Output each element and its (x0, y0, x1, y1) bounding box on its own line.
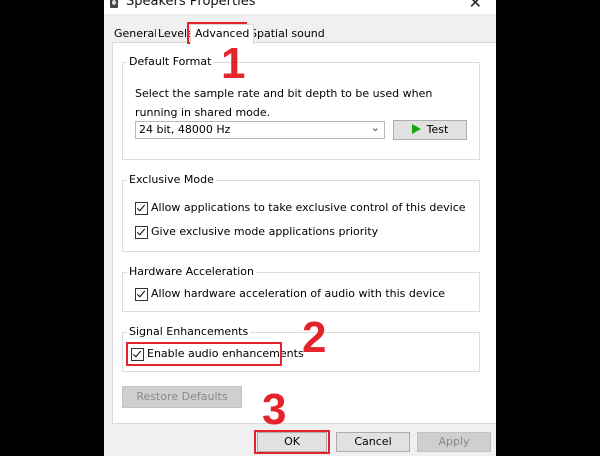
exclusive-mode-legend: Exclusive Mode (127, 173, 216, 186)
window-title: Speakers Properties (126, 0, 256, 9)
close-icon[interactable]: ✕ (469, 0, 482, 12)
chevron-down-icon: ⌄ (370, 121, 380, 134)
exclusive-priority-label: Give exclusive mode applications priorit… (151, 225, 379, 238)
step-3-marker: 3 (262, 385, 287, 434)
tab-advanced[interactable]: Advanced (190, 24, 255, 44)
sample-rate-value: 24 bit, 48000 Hz (139, 123, 231, 136)
speaker-icon (110, 0, 118, 8)
exclusive-control-label: Allow applications to take exclusive con… (151, 201, 466, 214)
tab-spatial-sound[interactable]: Spatial sound (248, 26, 327, 42)
restore-defaults-button[interactable]: Restore Defaults (122, 386, 242, 408)
default-format-legend: Default Format (127, 55, 214, 68)
apply-button[interactable]: Apply (417, 432, 491, 452)
default-format-group: Default Format Select the sample rate an… (122, 55, 480, 160)
signal-enhancements-legend: Signal Enhancements (127, 325, 251, 338)
cancel-button[interactable]: Cancel (336, 432, 410, 452)
sample-rate-dropdown[interactable]: 24 bit, 48000 Hz ⌄ (135, 121, 385, 139)
highlight-audio-enhancements (126, 342, 282, 366)
hardware-acceleration-label: Allow hardware acceleration of audio wit… (151, 287, 446, 300)
step-1-marker: 1 (221, 39, 246, 88)
step-2-marker: 2 (302, 313, 327, 362)
exclusive-mode-group: Exclusive Mode (122, 173, 480, 252)
test-button[interactable]: Test (393, 120, 467, 140)
default-format-description: Select the sample rate and bit depth to … (135, 87, 433, 119)
checkbox-checked-icon (135, 288, 148, 301)
hardware-acceleration-legend: Hardware Acceleration (127, 265, 256, 278)
checkbox-checked-icon (135, 226, 148, 239)
tab-general[interactable]: General (112, 26, 160, 42)
play-icon (411, 124, 421, 134)
test-button-label: Test (426, 123, 449, 136)
checkbox-checked-icon (135, 202, 148, 215)
title-bar: Speakers Properties ✕ (104, 0, 496, 14)
